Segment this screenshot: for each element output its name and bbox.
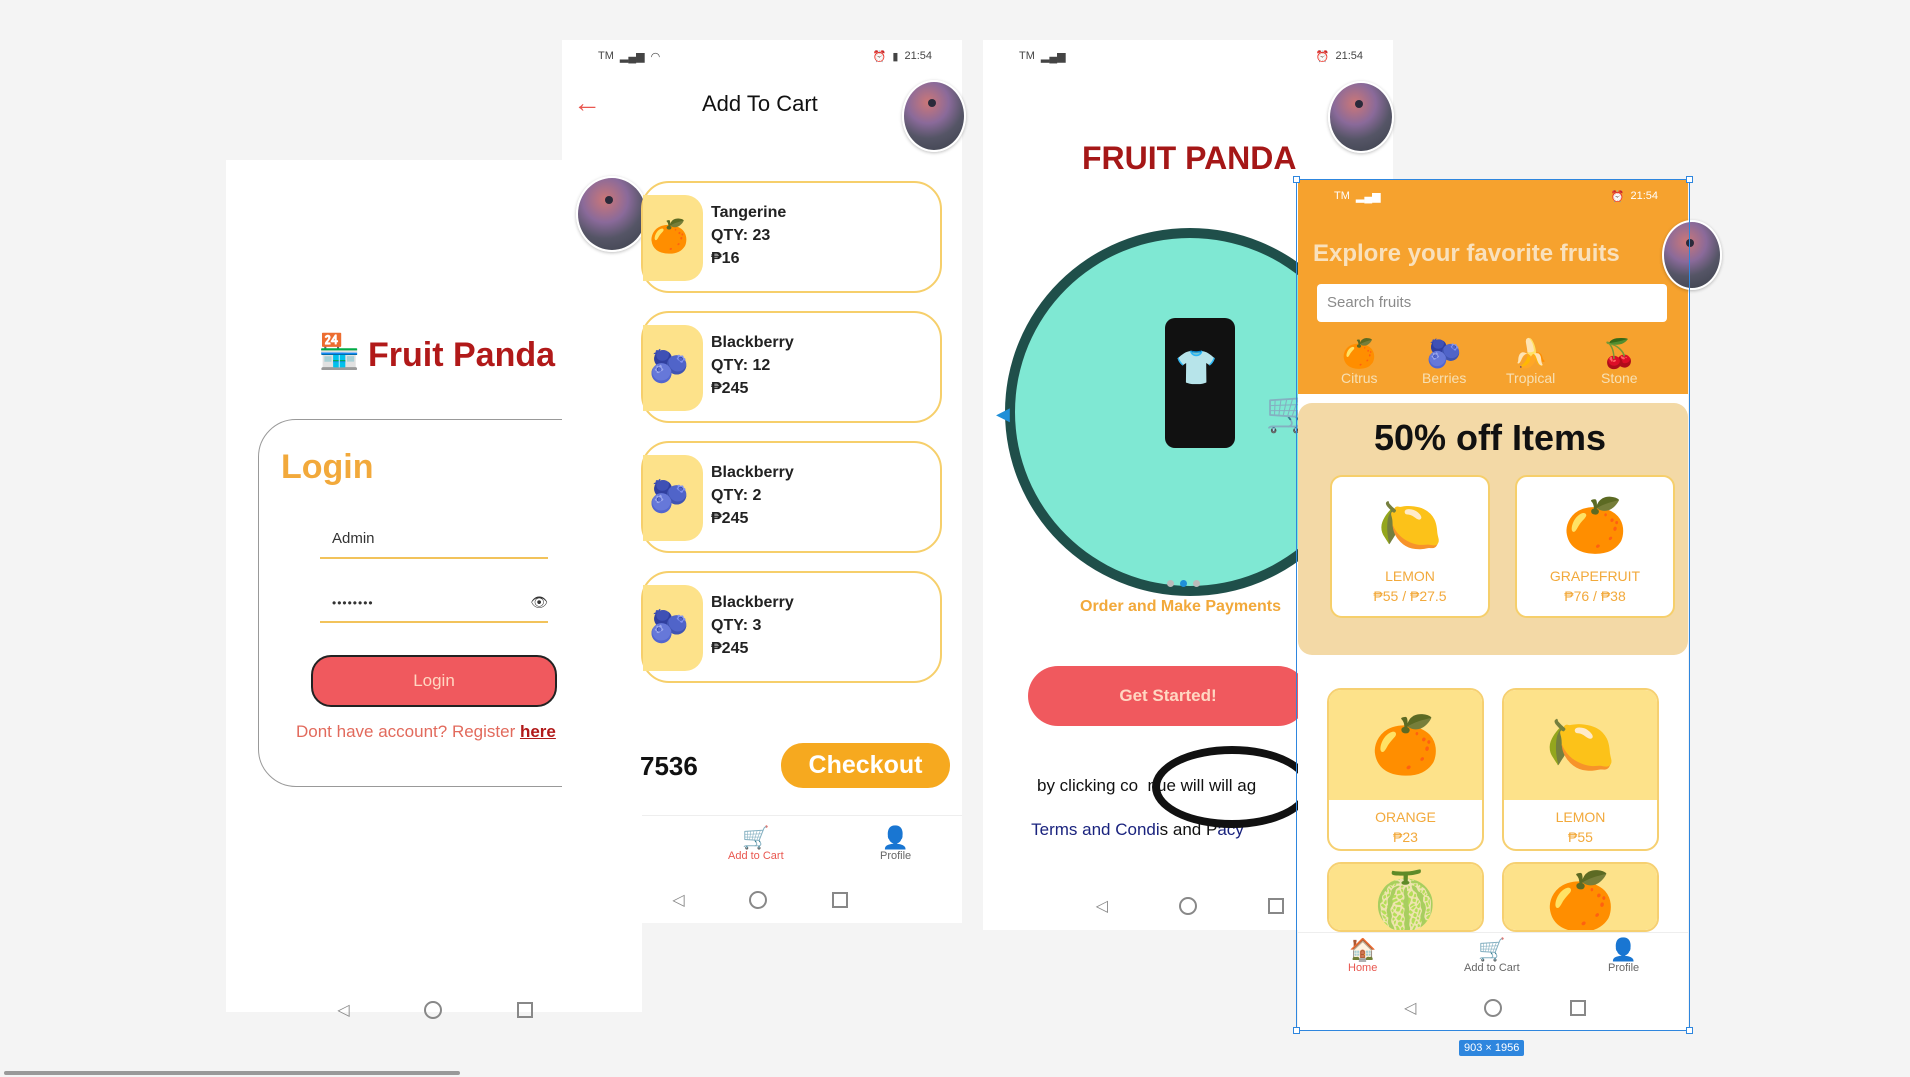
item-name: Blackberry xyxy=(711,464,794,481)
brand-logo-icon: 🏪 xyxy=(318,333,361,371)
fruit-thumb-icon: 🫐 xyxy=(643,585,703,671)
login-title: Login xyxy=(281,448,374,486)
item-price: ₱245 xyxy=(711,510,749,527)
cart-android-nav: ◁ xyxy=(640,880,880,920)
fruit-thumb-icon: 🫐 xyxy=(643,455,703,541)
item-price: ₱16 xyxy=(711,250,740,267)
username-field[interactable]: Admin xyxy=(320,530,548,559)
resize-handle[interactable] xyxy=(1686,176,1693,183)
item-price: ₱245 xyxy=(711,380,749,397)
battery-icon: ▮ xyxy=(892,50,899,63)
item-name: Blackberry xyxy=(711,594,794,611)
register-link[interactable]: here xyxy=(520,722,556,741)
login-android-nav: ◁ xyxy=(300,990,570,1030)
cart-item[interactable]: 🍊 Tangerine QTY: 23 ₱16 xyxy=(641,181,942,293)
profile-avatar[interactable] xyxy=(1328,81,1394,153)
onboard-android-nav: ◁ xyxy=(1060,886,1320,926)
tshirt-icon: 👕 xyxy=(1175,349,1218,387)
password-field[interactable]: •••••••• 👁 xyxy=(320,594,548,623)
item-name: Tangerine xyxy=(711,204,787,221)
wifi-icon: ◠ xyxy=(650,50,661,63)
status-time: 21:54 xyxy=(1335,50,1363,62)
recents-nav-icon[interactable] xyxy=(516,1002,533,1018)
home-nav-icon[interactable] xyxy=(424,1001,443,1019)
home-nav-icon[interactable] xyxy=(749,891,768,909)
cart-status-bar: TM ▂▄▆ ◠ ⏰ ▮ 21:54 xyxy=(562,42,962,70)
floating-avatar[interactable] xyxy=(576,176,648,252)
item-qty: QTY: 23 xyxy=(711,227,771,244)
item-qty: QTY: 3 xyxy=(711,617,762,634)
size-badge: 903 × 1956 xyxy=(1459,1040,1525,1056)
eye-toggle-icon[interactable]: 👁 xyxy=(530,594,548,611)
fruit-thumb-icon: 🫐 xyxy=(643,325,703,411)
cart-total: 7536 xyxy=(640,751,698,781)
cart-item[interactable]: 🫐 Blackberry QTY: 3 ₱245 xyxy=(641,571,942,683)
horizontal-scrollbar[interactable] xyxy=(4,1071,460,1075)
carrier-label: TM xyxy=(598,50,614,62)
item-qty: QTY: 12 xyxy=(711,357,771,374)
carrier-label: TM xyxy=(1019,50,1035,62)
item-qty: QTY: 2 xyxy=(711,487,762,504)
fruit-thumb-icon: 🍊 xyxy=(643,195,703,281)
person-icon: 👤 xyxy=(881,825,910,850)
back-nav-icon[interactable]: ◁ xyxy=(1096,896,1108,916)
cart-item[interactable]: 🫐 Blackberry QTY: 2 ₱245 xyxy=(641,441,942,553)
terms-link[interactable]: Terms and Condi xyxy=(1031,820,1160,839)
recents-nav-icon[interactable] xyxy=(1268,898,1285,914)
back-nav-icon[interactable]: ◁ xyxy=(672,890,684,910)
alarm-icon: ⏰ xyxy=(1315,50,1330,63)
item-price: ₱245 xyxy=(711,640,749,657)
brand-name: Fruit Panda xyxy=(368,336,556,374)
status-time: 21:54 xyxy=(904,50,932,62)
onboard-status-bar: TM ▂▄▆ ⏰ 21:54 xyxy=(983,42,1393,70)
home-nav-icon[interactable] xyxy=(1179,897,1198,915)
get-started-button[interactable]: Get Started! xyxy=(1028,666,1308,726)
resize-handle[interactable] xyxy=(1293,1027,1300,1034)
alarm-icon: ⏰ xyxy=(872,50,887,63)
tab-label: Add to Cart xyxy=(728,850,784,862)
resize-handle[interactable] xyxy=(1686,1027,1693,1034)
onboard-title: FRUIT PANDA xyxy=(1082,140,1297,176)
cart-item[interactable]: 🫐 Blackberry QTY: 12 ₱245 xyxy=(641,311,942,423)
tab-add-to-cart[interactable]: 🛒 Add to Cart xyxy=(728,825,784,863)
signal-icon: ▂▄▆ xyxy=(1040,50,1066,63)
checkout-button[interactable]: Checkout xyxy=(781,743,950,788)
back-nav-icon[interactable]: ◁ xyxy=(337,1000,349,1020)
carousel-prev-icon[interactable]: ◀ xyxy=(996,404,1010,425)
tab-label: Profile xyxy=(880,850,912,862)
register-text: Dont have account? Register xyxy=(296,722,520,741)
password-value: •••••••• xyxy=(332,596,374,610)
selection-frame[interactable] xyxy=(1296,179,1690,1031)
cart-icon: 🛒 xyxy=(742,825,770,850)
profile-avatar[interactable] xyxy=(902,80,966,152)
signal-icon: ▂▄▆ xyxy=(619,50,645,63)
back-arrow-icon[interactable]: ← xyxy=(573,87,601,119)
recents-nav-icon[interactable] xyxy=(831,892,848,908)
item-name: Blackberry xyxy=(711,334,794,351)
resize-handle[interactable] xyxy=(1293,176,1300,183)
tab-profile[interactable]: 👤 Profile xyxy=(880,825,912,863)
cart-title: Add To Cart xyxy=(702,91,818,116)
scribble-annotation xyxy=(1152,746,1312,828)
register-prompt: Dont have account? Register here xyxy=(296,722,556,742)
carousel-dots xyxy=(1164,574,1203,592)
onboard-caption: Order and Make Payments xyxy=(1080,598,1281,615)
login-button[interactable]: Login xyxy=(311,655,557,707)
